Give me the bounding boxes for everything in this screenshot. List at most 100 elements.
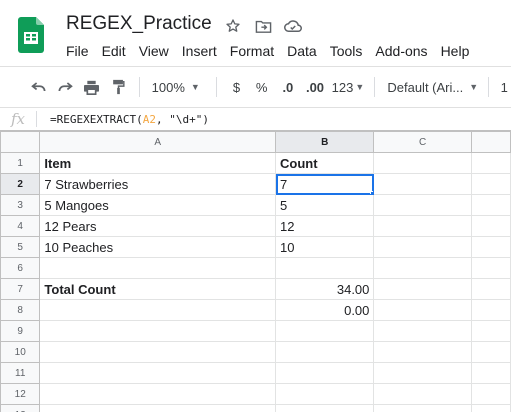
- cell-value: 12: [280, 218, 295, 234]
- decrease-decimal-button[interactable]: .0: [275, 73, 300, 101]
- cell-d[interactable]: [470, 404, 511, 412]
- column-header-b[interactable]: B: [275, 131, 375, 153]
- cell-b[interactable]: 12: [275, 215, 375, 237]
- cell-a[interactable]: 12 Pears: [39, 215, 277, 237]
- zoom-select[interactable]: 100% ▼: [148, 73, 208, 101]
- table-row: 1 Item Count: [0, 152, 511, 174]
- cell-a[interactable]: [39, 362, 277, 384]
- menu-file[interactable]: File: [66, 43, 89, 59]
- cell-c[interactable]: [373, 404, 472, 412]
- cell-c[interactable]: [373, 362, 472, 384]
- row-header[interactable]: 8: [0, 299, 41, 321]
- cell-d[interactable]: [470, 341, 511, 363]
- cell-d[interactable]: [470, 383, 511, 405]
- menu-format[interactable]: Format: [230, 43, 274, 59]
- cell-d[interactable]: [470, 320, 511, 342]
- row-header[interactable]: 1: [0, 152, 41, 174]
- menu-data[interactable]: Data: [287, 43, 317, 59]
- row-header[interactable]: 12: [0, 383, 41, 405]
- row-header[interactable]: 6: [0, 257, 41, 279]
- cell-d[interactable]: [470, 152, 511, 174]
- more-formats-button[interactable]: 123 ▼: [330, 73, 367, 101]
- print-icon[interactable]: [78, 73, 105, 101]
- cell-b[interactable]: [275, 341, 375, 363]
- cell-b[interactable]: 0.00: [275, 299, 375, 321]
- cell-b[interactable]: [275, 404, 375, 412]
- cell-a[interactable]: [39, 257, 277, 279]
- cell-b[interactable]: 5: [275, 194, 375, 216]
- active-cell-b[interactable]: 7: [275, 173, 375, 195]
- fill-handle[interactable]: [370, 191, 373, 194]
- row-header[interactable]: 13: [0, 404, 41, 412]
- row-header[interactable]: 7: [0, 278, 41, 300]
- cell-d[interactable]: [470, 299, 511, 321]
- cell-a[interactable]: Total Count: [39, 278, 277, 300]
- cell-c[interactable]: [373, 236, 472, 258]
- cell-a[interactable]: 5 Mangoes: [39, 194, 277, 216]
- menu-edit[interactable]: Edit: [102, 43, 126, 59]
- row-header[interactable]: 11: [0, 362, 41, 384]
- google-sheets-logo[interactable]: [18, 17, 44, 53]
- cell-d[interactable]: [470, 362, 511, 384]
- cell-a[interactable]: 7 Strawberries: [39, 173, 277, 195]
- cell-a[interactable]: Item: [39, 152, 277, 174]
- percent-format-button[interactable]: %: [248, 73, 275, 101]
- font-family-select[interactable]: Default (Ari... ▼: [383, 73, 480, 101]
- cell-b[interactable]: [275, 362, 375, 384]
- cell-b[interactable]: 34.00: [275, 278, 375, 300]
- cell-a[interactable]: [39, 404, 277, 412]
- select-all-corner[interactable]: [0, 131, 41, 153]
- cell-c[interactable]: [373, 320, 472, 342]
- cell-d[interactable]: [470, 173, 511, 195]
- font-size-select[interactable]: 1: [497, 73, 511, 101]
- cell-c[interactable]: [373, 215, 472, 237]
- cell-d[interactable]: [470, 236, 511, 258]
- star-icon[interactable]: [218, 15, 248, 37]
- row-header[interactable]: 3: [0, 194, 41, 216]
- menu-insert[interactable]: Insert: [182, 43, 217, 59]
- cell-a[interactable]: [39, 299, 277, 321]
- cell-d[interactable]: [470, 278, 511, 300]
- row-header[interactable]: 5: [0, 236, 41, 258]
- menu-view[interactable]: View: [139, 43, 169, 59]
- cell-b[interactable]: [275, 383, 375, 405]
- formula-input[interactable]: =REGEXEXTRACT(A2, "\d+"): [50, 113, 209, 126]
- cell-c[interactable]: [373, 299, 472, 321]
- cell-d[interactable]: [470, 257, 511, 279]
- cell-a[interactable]: [39, 341, 277, 363]
- row-header[interactable]: 2: [0, 173, 41, 195]
- cell-a[interactable]: 10 Peaches: [39, 236, 277, 258]
- cell-c[interactable]: [373, 152, 472, 174]
- cell-c[interactable]: [373, 383, 472, 405]
- cell-c[interactable]: [373, 194, 472, 216]
- cell-b[interactable]: [275, 320, 375, 342]
- menu-help[interactable]: Help: [441, 43, 470, 59]
- row-header[interactable]: 9: [0, 320, 41, 342]
- column-header-a[interactable]: A: [39, 131, 277, 153]
- column-header-d[interactable]: [470, 131, 511, 153]
- cloud-saved-icon[interactable]: [278, 15, 308, 37]
- paint-format-icon[interactable]: [105, 73, 130, 101]
- cell-a[interactable]: [39, 383, 277, 405]
- move-to-folder-icon[interactable]: [248, 15, 278, 37]
- row-header[interactable]: 4: [0, 215, 41, 237]
- document-title[interactable]: REGEX_Practice: [66, 13, 212, 35]
- cell-d[interactable]: [470, 194, 511, 216]
- increase-decimal-button[interactable]: .00: [300, 73, 329, 101]
- menu-addons[interactable]: Add-ons: [375, 43, 427, 59]
- row-header[interactable]: 10: [0, 341, 41, 363]
- currency-format-button[interactable]: $: [225, 73, 248, 101]
- menu-tools[interactable]: Tools: [330, 43, 363, 59]
- cell-d[interactable]: [470, 215, 511, 237]
- cell-c[interactable]: [373, 278, 472, 300]
- redo-icon[interactable]: [51, 73, 78, 101]
- cell-b[interactable]: 10: [275, 236, 375, 258]
- cell-b[interactable]: [275, 257, 375, 279]
- cell-c[interactable]: [373, 341, 472, 363]
- undo-icon[interactable]: [26, 73, 51, 101]
- cell-c[interactable]: [373, 257, 472, 279]
- column-header-c[interactable]: C: [373, 131, 472, 153]
- cell-c[interactable]: [373, 173, 472, 195]
- cell-a[interactable]: [39, 320, 277, 342]
- cell-b[interactable]: Count: [275, 152, 375, 174]
